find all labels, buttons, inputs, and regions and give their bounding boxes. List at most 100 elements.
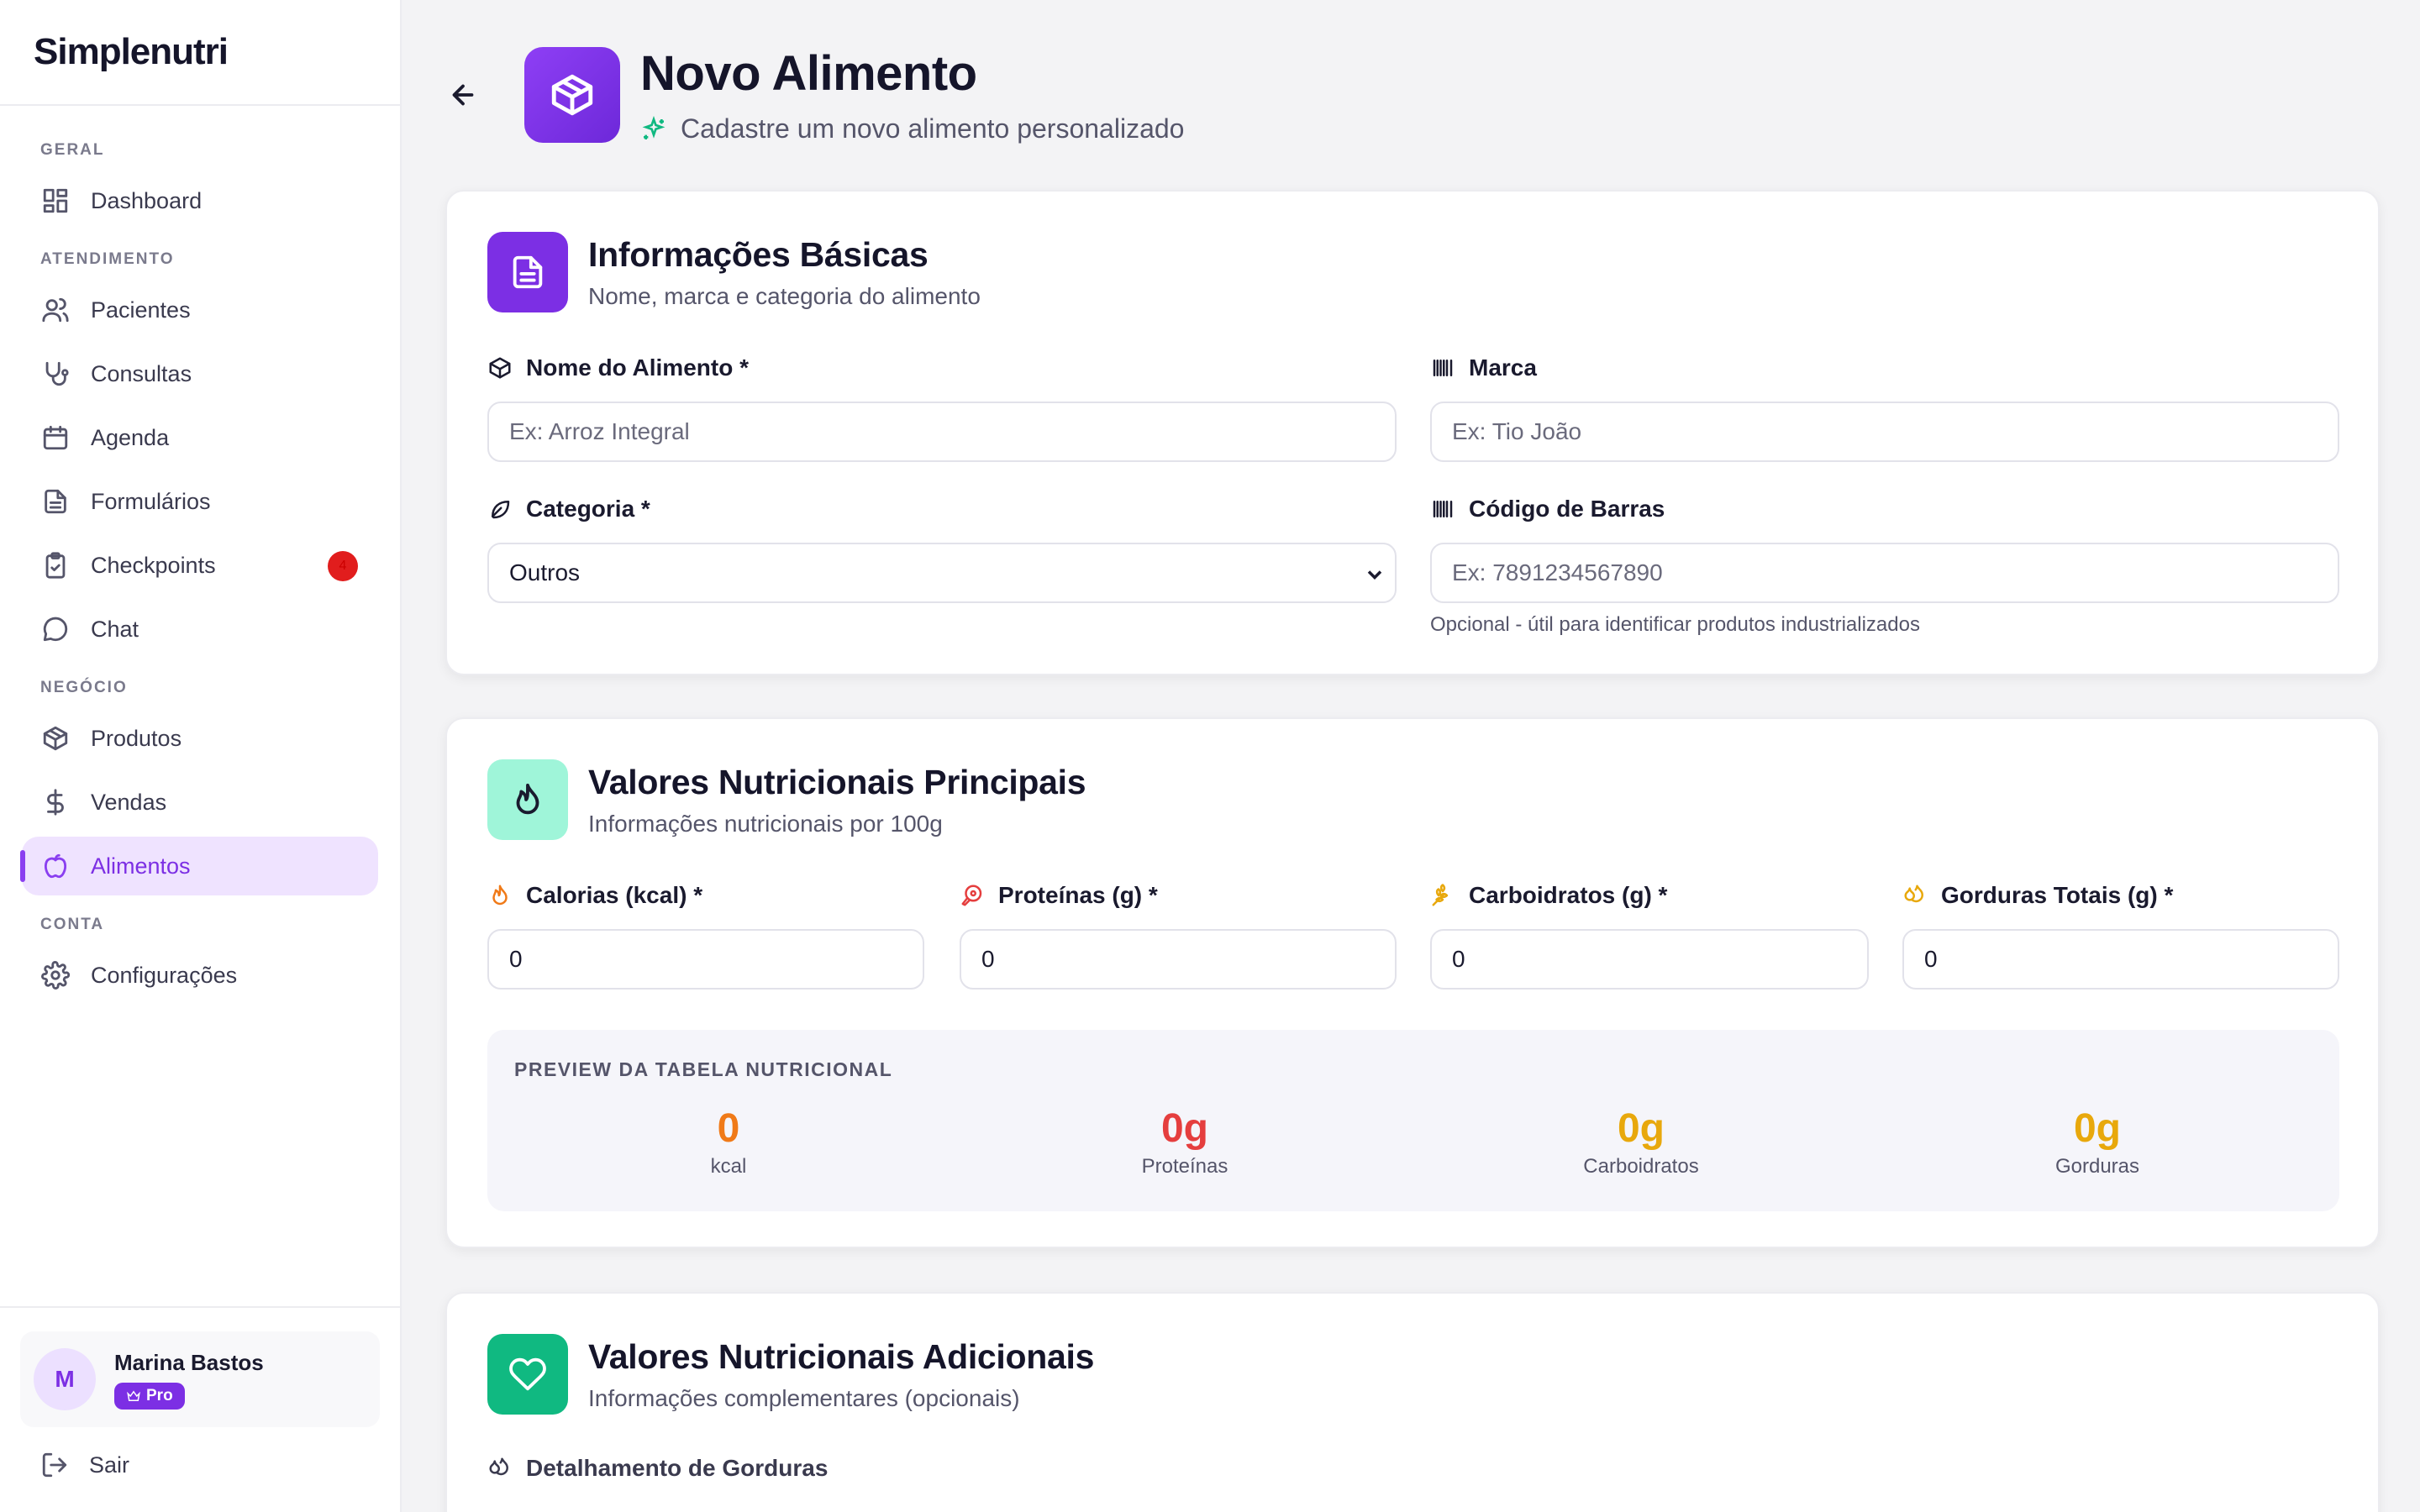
sidebar-item-checkpoints[interactable]: Checkpoints 4 bbox=[22, 536, 378, 595]
logout-icon bbox=[42, 1452, 67, 1478]
wheat-icon bbox=[1432, 884, 1449, 906]
card-title: Informações Básicas bbox=[588, 234, 929, 274]
preview-protein: 0g Proteínas bbox=[1059, 1105, 1311, 1179]
sidebar-item-formularios[interactable]: Formulários bbox=[22, 472, 378, 531]
category-select[interactable]: Outros bbox=[487, 543, 1397, 603]
sidebar-item-vendas[interactable]: Vendas bbox=[22, 773, 378, 832]
field-label-text: Calorias (kcal) * bbox=[526, 882, 703, 908]
user-name: Marina Bastos bbox=[114, 1349, 264, 1375]
sidebar-item-label: Chat bbox=[91, 616, 139, 642]
sidebar-item-pacientes[interactable]: Pacientes bbox=[22, 281, 378, 339]
barcode-icon bbox=[1433, 360, 1453, 376]
droplets-icon bbox=[489, 1457, 509, 1476]
category-field: Categoria * Outros bbox=[487, 494, 1397, 603]
avatar: M bbox=[34, 1348, 96, 1410]
gear-icon bbox=[40, 960, 71, 990]
dollar-icon bbox=[40, 787, 71, 817]
carbs-field: Carboidratos (g) * 0 bbox=[1430, 880, 1869, 990]
logout-button[interactable]: Sair bbox=[40, 1451, 129, 1479]
flame-icon bbox=[492, 885, 508, 906]
barcode-icon bbox=[1433, 501, 1453, 517]
sidebar-item-label: Dashboard bbox=[91, 187, 203, 213]
beef-icon bbox=[961, 885, 982, 906]
protein-input[interactable]: 0 bbox=[960, 929, 1397, 990]
sidebar-item-agenda[interactable]: Agenda bbox=[22, 408, 378, 467]
sidebar-item-chat[interactable]: Chat bbox=[22, 600, 378, 659]
preview-calories-value: 0 bbox=[717, 1106, 740, 1151]
field-label: Detalhamento de Gorduras bbox=[487, 1453, 1397, 1483]
preview-fat: 0g Gorduras bbox=[1971, 1105, 2223, 1179]
sparkles-icon bbox=[642, 115, 666, 139]
field-label: Proteínas (g) * bbox=[960, 880, 1397, 911]
sidebar-item-produtos[interactable]: Produtos bbox=[22, 709, 378, 768]
stethoscope-icon bbox=[40, 359, 71, 389]
leaf-icon bbox=[492, 501, 510, 519]
field-label-text: Proteínas (g) * bbox=[998, 882, 1158, 908]
preview-protein-value: 0g bbox=[1160, 1106, 1208, 1151]
sidebar-item-configuracoes[interactable]: Configurações bbox=[22, 946, 378, 1005]
apple-icon bbox=[40, 851, 71, 881]
preview-calories: 0 kcal bbox=[602, 1105, 855, 1179]
calories-input[interactable]: 0 bbox=[487, 929, 924, 990]
app-logo[interactable]: Simplenutri bbox=[0, 0, 400, 106]
card-subtitle: Informações nutricionais por 100g bbox=[588, 810, 943, 837]
card-header: Valores Nutricionais Principais Informaç… bbox=[487, 759, 1086, 840]
card-title: Valores Nutricionais Adicionais bbox=[588, 1336, 1095, 1376]
card-title: Valores Nutricionais Principais bbox=[588, 762, 1086, 801]
flame-icon bbox=[487, 759, 568, 840]
brand-field: Marca Ex: Tio João bbox=[1430, 353, 2339, 462]
sidebar-item-dashboard[interactable]: Dashboard bbox=[22, 171, 378, 230]
card-header: Valores Nutricionais Adicionais Informaç… bbox=[487, 1334, 1094, 1415]
sidebar-item-label: Checkpoints bbox=[91, 552, 216, 578]
preview-protein-label: Proteínas bbox=[1141, 1155, 1228, 1178]
field-label-text: Gorduras Totais (g) * bbox=[1941, 882, 2174, 908]
preview-fat-label: Gorduras bbox=[2054, 1155, 2140, 1178]
basic-info-card: Informações Básicas Nome, marca e catego… bbox=[445, 190, 2380, 675]
barcode-help-text: Opcional - útil para identificar produto… bbox=[1430, 613, 1920, 636]
nutrition-card: Valores Nutricionais Principais Informaç… bbox=[445, 717, 2380, 1248]
field-label-text: Nome do Alimento * bbox=[526, 354, 749, 381]
sidebar-item-label: Vendas bbox=[91, 789, 167, 815]
brand-input[interactable]: Ex: Tio João bbox=[1430, 402, 2339, 462]
sidebar-item-label: Alimentos bbox=[91, 853, 191, 879]
protein-field: Proteínas (g) * 0 bbox=[960, 880, 1397, 990]
field-label-text: Código de Barras bbox=[1469, 496, 1665, 522]
field-label: Categoria * bbox=[487, 494, 1397, 524]
calendar-icon bbox=[40, 423, 71, 453]
card-header: Informações Básicas Nome, marca e catego… bbox=[487, 232, 981, 312]
page-header: Novo Alimento Cadastre um novo alimento … bbox=[444, 45, 1184, 144]
preview-carbs-value: 0g bbox=[1617, 1106, 1665, 1151]
sidebar-item-alimentos[interactable]: Alimentos bbox=[20, 837, 378, 895]
user-card[interactable]: M Marina Bastos Pro bbox=[20, 1331, 380, 1427]
main-content: Novo Alimento Cadastre um novo alimento … bbox=[402, 0, 2420, 1512]
category-selected-value: Outros bbox=[509, 559, 581, 585]
field-label: Carboidratos (g) * bbox=[1430, 880, 1869, 911]
back-button[interactable] bbox=[444, 76, 482, 114]
barcode-input[interactable]: Ex: 7891234567890 bbox=[1430, 543, 2339, 603]
preview-fat-value: 0g bbox=[2073, 1106, 2121, 1151]
page-title: Novo Alimento bbox=[640, 46, 977, 101]
plan-badge: Pro bbox=[114, 1382, 185, 1410]
section-label-conta: CONTA bbox=[40, 916, 105, 933]
sidebar-item-consultas[interactable]: Consultas bbox=[22, 344, 378, 403]
package-icon bbox=[40, 723, 71, 753]
carbs-input[interactable]: 0 bbox=[1430, 929, 1869, 990]
preview-calories-label: kcal bbox=[710, 1155, 747, 1178]
food-name-field: Nome do Alimento * Ex: Arroz Integral bbox=[487, 353, 1397, 462]
page-subtitle-text: Cadastre um novo alimento personalizado bbox=[681, 113, 1185, 144]
field-label: Gorduras Totais (g) * bbox=[1902, 880, 2339, 911]
chat-icon bbox=[40, 614, 71, 644]
nutrition-preview: PREVIEW DA TABELA NUTRICIONAL 0 kcal 0g … bbox=[487, 1030, 2339, 1211]
field-label: Marca bbox=[1430, 353, 2339, 383]
additional-nutrition-card: Valores Nutricionais Adicionais Informaç… bbox=[445, 1292, 2380, 1512]
calories-field: Calorias (kcal) * 0 bbox=[487, 880, 924, 990]
preview-carbs-label: Carboidratos bbox=[1583, 1155, 1699, 1178]
card-subtitle: Nome, marca e categoria do alimento bbox=[588, 282, 981, 309]
barcode-field: Código de Barras Ex: 7891234567890 Opcio… bbox=[1430, 494, 2339, 637]
card-subtitle: Informações complementares (opcionais) bbox=[588, 1384, 1020, 1411]
arrow-left-icon bbox=[452, 84, 474, 106]
food-name-input[interactable]: Ex: Arroz Integral bbox=[487, 402, 1397, 462]
section-label-negocio: NEGÓCIO bbox=[40, 679, 128, 696]
fat-input[interactable]: 0 bbox=[1902, 929, 2339, 990]
field-label-text: Categoria * bbox=[526, 496, 650, 522]
